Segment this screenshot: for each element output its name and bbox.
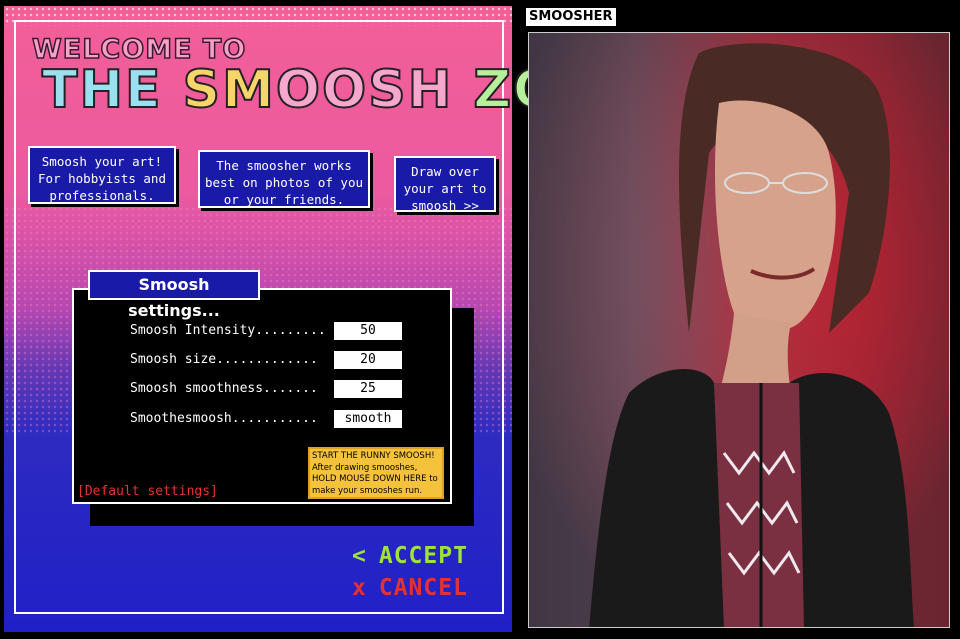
cancel-button[interactable]: x CANCEL (352, 575, 468, 601)
settings-title: Smoosh settings... (88, 270, 260, 320)
zone-title-part: SM (182, 59, 276, 121)
zone-title-part: THE (41, 59, 183, 121)
setting-label: Smoosh smoothness....... (130, 381, 318, 396)
setting-label: Smoosh Intensity......... (130, 323, 326, 338)
close-icon: x (352, 575, 367, 601)
zone-title-part: OOSH (275, 59, 474, 121)
info-box-hobbyists: Smoosh your art! For hobbyists and profe… (28, 146, 176, 204)
smoosher-label: SMOOSHER (526, 8, 616, 26)
runny-smoosh-button[interactable]: START THE RUNNY SMOOSH! After drawing sm… (308, 447, 444, 499)
setting-label: Smoothesmoosh........... (130, 411, 318, 426)
accept-button[interactable]: < ACCEPT (352, 543, 468, 569)
smooshed-portrait-image (529, 33, 949, 627)
setting-row-smoothesmoosh: Smoothesmoosh........... (130, 411, 332, 426)
info-box-draw[interactable]: Draw over your art to smoosh >> (394, 156, 496, 213)
setting-row-smoothness: Smoosh smoothness....... (130, 381, 332, 396)
default-settings-link[interactable]: [Default settings] (77, 484, 218, 499)
size-input[interactable]: 20 (334, 351, 402, 369)
smoosh-canvas[interactable] (528, 32, 950, 628)
smoothesmoosh-select[interactable]: smooth (334, 410, 402, 428)
setting-row-size: Smoosh size............. (130, 352, 332, 367)
setting-label: Smoosh size............. (130, 352, 318, 367)
intensity-input[interactable]: 50 (334, 322, 402, 340)
accept-label: ACCEPT (378, 543, 468, 569)
chevron-left-icon: < (352, 543, 367, 569)
cancel-label: CANCEL (378, 575, 468, 601)
setting-row-intensity: Smoosh Intensity......... (130, 323, 332, 338)
info-box-photos: The smoosher works best on photos of you… (198, 150, 370, 208)
smoothness-input[interactable]: 25 (334, 380, 402, 398)
